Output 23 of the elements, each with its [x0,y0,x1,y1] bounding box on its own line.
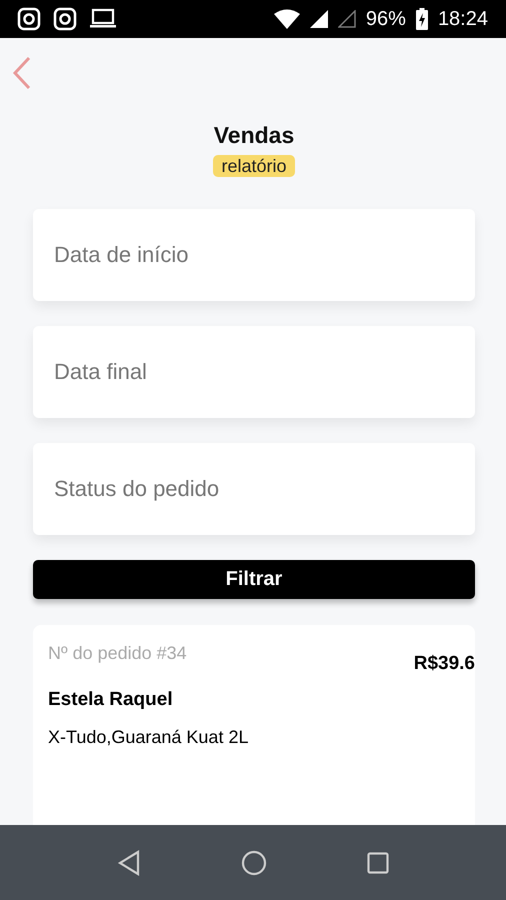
wifi-icon [274,9,300,29]
recents-nav-icon[interactable] [367,852,389,874]
input-field[interactable]: Data de início [33,209,475,301]
back-chevron-icon [11,56,33,90]
page-title: Vendas [212,122,296,149]
battery-percent: 96% [366,8,406,30]
input-field[interactable]: Data final [33,326,475,418]
camera-icon [17,7,41,31]
filter-button[interactable]: Filtrar [33,560,475,599]
input-field[interactable]: Status do pedido [33,443,475,535]
clock: 18:24 [438,8,488,30]
customer-name: Estela Raquel [48,689,174,711]
order-number: Nº do pedido #34 [48,643,187,664]
signal-icon [310,10,328,28]
camera-icon [53,7,77,31]
home-nav-icon[interactable] [241,850,267,876]
signal-icon [338,10,356,28]
battery-charging-icon [416,8,428,30]
back-nav-icon[interactable] [117,850,141,876]
order-price: R$39.6 [414,653,475,675]
report-badge: relatório [213,155,295,177]
laptop-icon [89,8,117,30]
order-items: X-Tudo,Guaraná Kuat 2L [48,727,250,748]
